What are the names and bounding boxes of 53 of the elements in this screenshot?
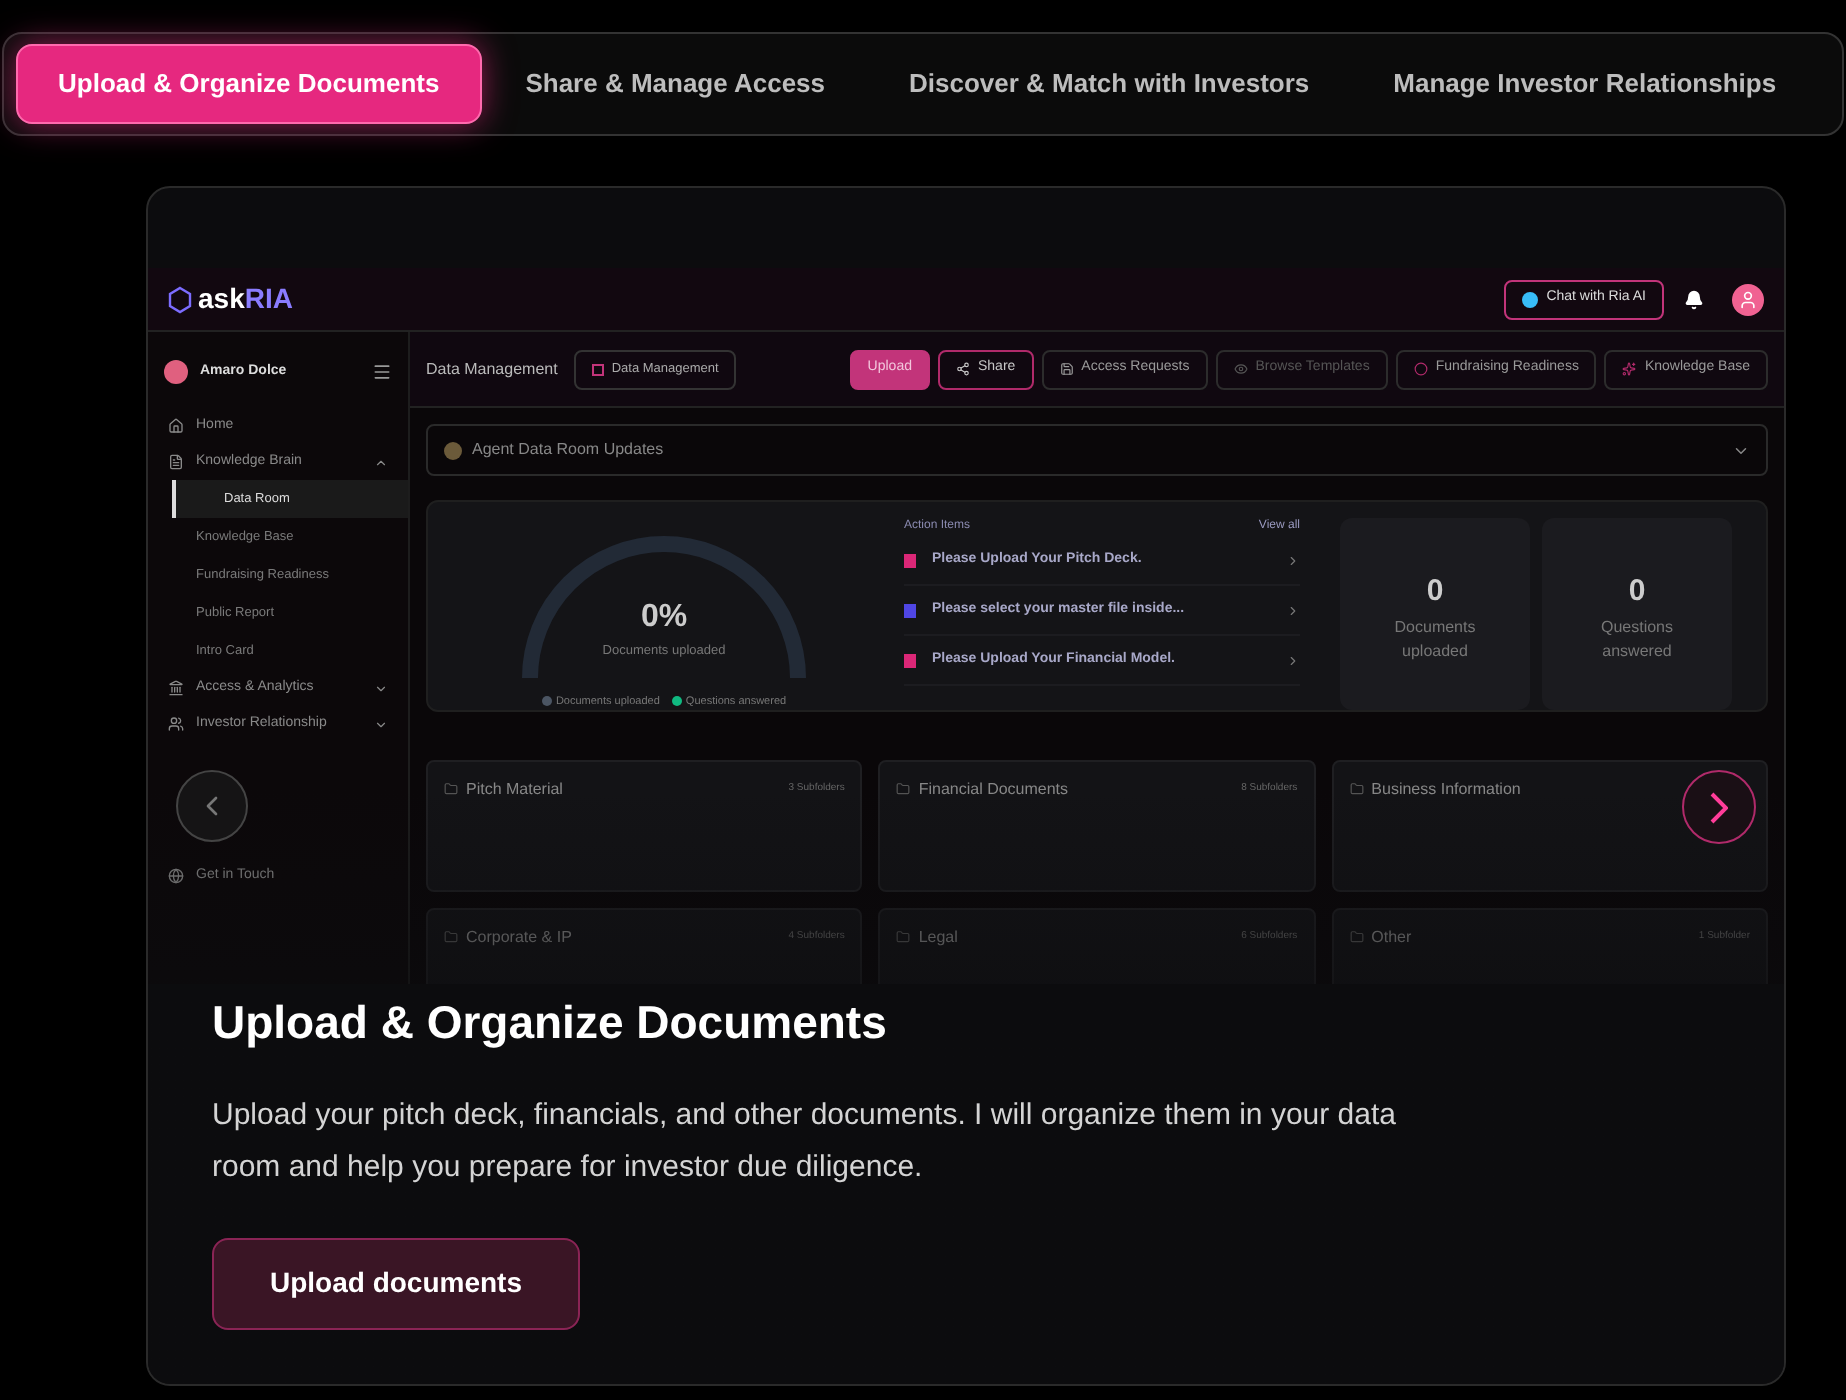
agent-icon [444,441,462,459]
stat-value: 0 [1426,572,1444,612]
folder-icon [896,782,911,796]
bell-icon[interactable] [1684,289,1704,309]
folder-icon [896,930,911,944]
chevron-icon [1286,653,1300,667]
tab[interactable]: Manage Investor Relationships [1353,44,1817,124]
chevron-icon [374,681,388,695]
stat-label: Documents uploaded [1392,615,1478,663]
upload-documents-button[interactable]: Upload documents [212,1237,581,1329]
sidebar-icon [168,418,184,434]
chevron-icon [1286,553,1300,567]
sidebar-icon [168,868,184,884]
chevron-icon [374,455,388,469]
avatar-icon[interactable] [1732,283,1764,315]
sidebar-icon [168,680,184,696]
folder-name: Financial Documents [918,778,1069,802]
chevron-icon [374,717,388,731]
updates-dropdown[interactable]: Agent Data Room Updates [426,424,1768,476]
folder-name: Legal [918,926,958,950]
folder-icon [444,930,458,944]
folder-card[interactable]: Business Information [1331,760,1768,892]
avatar-icon [164,360,188,384]
tab[interactable]: Discover & Match with Investors [869,44,1350,124]
stat-value: 0 [1628,572,1646,612]
folder-name: Corporate & IP [466,926,572,950]
folder-icon [1349,930,1364,944]
chevron-icon [1286,603,1300,617]
logo-icon [168,285,192,313]
tab[interactable]: Upload & Organize Documents [16,44,482,124]
folder-icon [1349,782,1364,796]
folder-name: Other [1371,926,1412,950]
hero-title: Upload & Organize Documents [212,994,889,1052]
gauge-value: 0% [640,598,688,638]
page-title: Data Management [426,357,558,381]
folder-name: Pitch Material [466,778,563,802]
stat-label: Questions answered [1598,615,1676,663]
menu-icon[interactable] [372,362,392,382]
button-icon [955,362,970,376]
folder-name: Business Information [1371,778,1521,802]
hero-description: Upload your pitch deck, financials, and other documents. I will organize them in your data room and help you prepare for investor due diligence. [212,1095,1398,1187]
orb-icon [1522,291,1539,307]
chevron-right-icon [1710,791,1728,823]
button-icon [1233,362,1248,376]
page-icon [591,363,604,375]
sidebar-icon [168,716,184,732]
sidebar-icon [168,454,184,470]
button-icon [1413,362,1428,376]
button-icon [1059,362,1074,376]
button-icon [1622,362,1637,376]
tab[interactable]: Share & Manage Access [485,44,866,124]
logo-text: askRIA [198,280,293,318]
folder-icon [444,782,458,796]
